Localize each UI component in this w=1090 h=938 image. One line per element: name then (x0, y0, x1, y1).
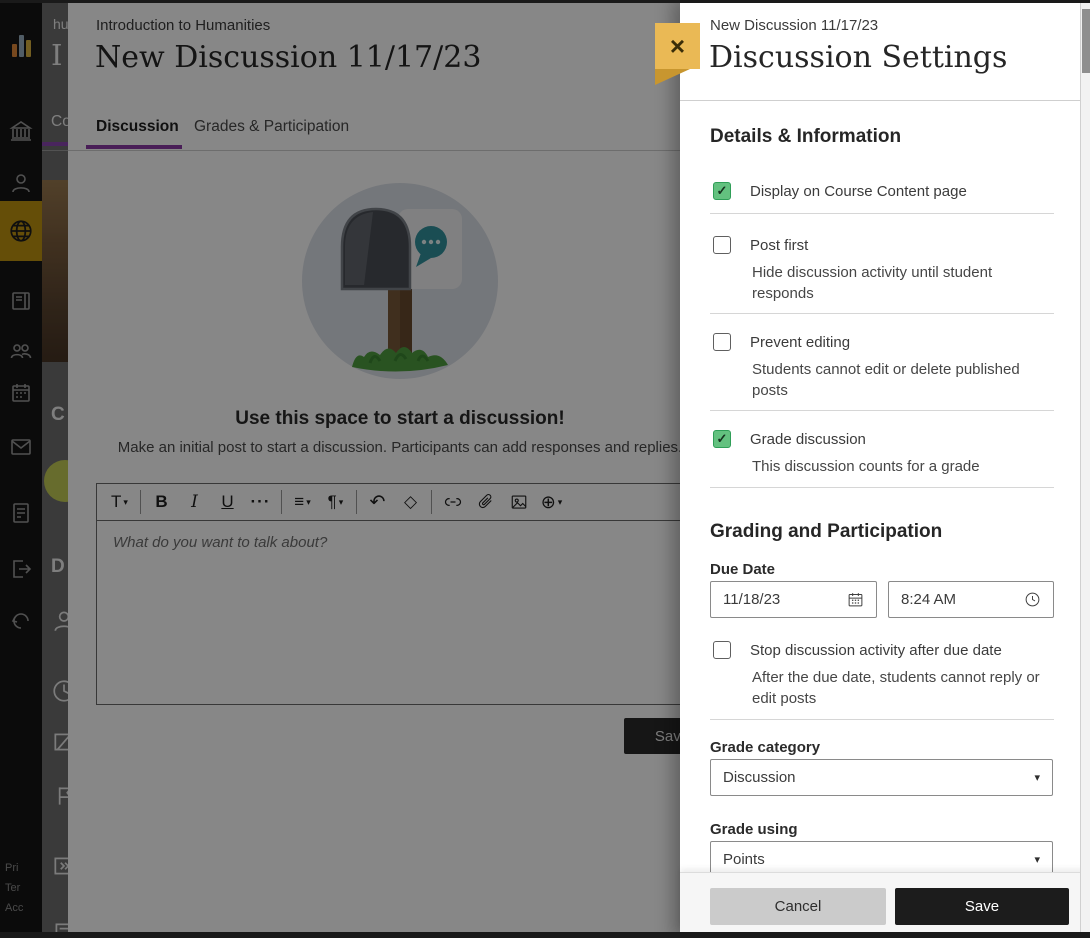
window-bottom-edge (0, 932, 1090, 938)
option-label[interactable]: Post first (750, 237, 808, 254)
save-button[interactable]: Save (895, 888, 1069, 925)
cancel-button[interactable]: Cancel (710, 888, 886, 925)
option-divider (710, 313, 1054, 314)
option-divider (710, 719, 1054, 720)
clock-icon[interactable] (1024, 591, 1041, 608)
checkbox-display-on-course-content[interactable]: ✓ (713, 182, 731, 200)
checkbox-prevent-editing[interactable]: ✓ (713, 333, 731, 351)
panel-header-divider (680, 100, 1090, 101)
check-icon: ✓ (714, 431, 730, 447)
option-divider (710, 487, 1054, 488)
due-time-input[interactable]: 8:24 AM (888, 581, 1054, 618)
option-label[interactable]: Prevent editing (750, 334, 850, 351)
option-helper: This discussion counts for a grade (752, 456, 1032, 477)
settings-footer: Cancel Save (680, 872, 1090, 932)
option-label[interactable]: Display on Course Content page (750, 183, 967, 200)
panel-scrollbar[interactable] (1080, 3, 1090, 932)
close-button-tail (655, 69, 690, 85)
grading-participation-heading: Grading and Participation (710, 521, 942, 543)
grade-category-label: Grade category (710, 739, 820, 756)
due-date-label: Due Date (710, 561, 775, 578)
option-label[interactable]: Stop discussion activity after due date (750, 642, 1002, 659)
grade-using-label: Grade using (710, 821, 798, 838)
chevron-down-icon: ▾ (1034, 771, 1040, 784)
discussion-settings-panel: New Discussion 11/17/23 Discussion Setti… (680, 0, 1090, 938)
checkbox-post-first[interactable]: ✓ (713, 236, 731, 254)
close-icon: × (670, 33, 685, 59)
close-panel-button[interactable]: × (655, 23, 700, 69)
option-divider (710, 213, 1054, 214)
checkbox-grade-discussion[interactable]: ✓ (713, 430, 731, 448)
scrollbar-thumb[interactable] (1082, 9, 1090, 73)
grade-category-value: Discussion (723, 769, 796, 786)
due-time-value: 8:24 AM (901, 591, 1024, 608)
option-helper: After the due date, students cannot repl… (752, 667, 1052, 709)
option-label[interactable]: Grade discussion (750, 431, 866, 448)
chevron-down-icon: ▾ (1034, 853, 1040, 866)
due-date-value: 11/18/23 (723, 591, 847, 608)
option-helper: Hide discussion activity until student r… (752, 262, 1004, 304)
checkbox-stop-discussion-after-due[interactable]: ✓ (713, 641, 731, 659)
check-icon: ✓ (714, 183, 730, 199)
window-top-edge (0, 0, 1090, 3)
details-information-heading: Details & Information (710, 126, 901, 148)
due-date-input[interactable]: 11/18/23 (710, 581, 877, 618)
option-helper: Students cannot edit or delete published… (752, 359, 1020, 401)
panel-breadcrumb: New Discussion 11/17/23 (710, 17, 878, 34)
panel-title: Discussion Settings (709, 40, 1007, 75)
calendar-icon[interactable] (847, 591, 864, 608)
grade-category-select[interactable]: Discussion ▾ (710, 759, 1053, 796)
option-divider (710, 410, 1054, 411)
grade-using-value: Points (723, 851, 765, 868)
